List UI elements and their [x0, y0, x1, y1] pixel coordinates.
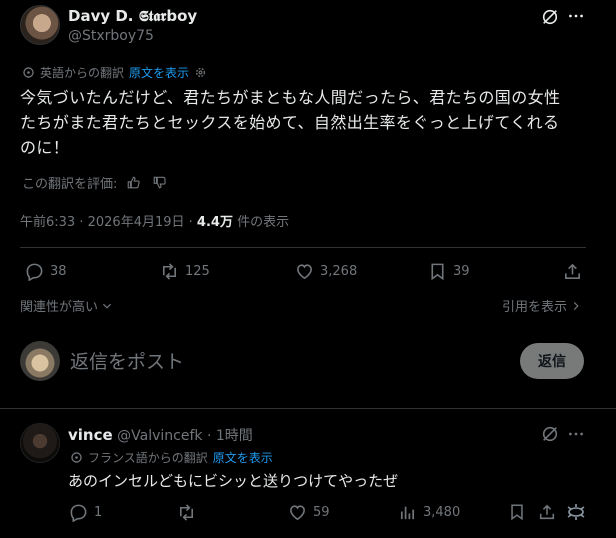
repost-action[interactable]: 125: [160, 262, 210, 281]
grok-icon[interactable]: [541, 425, 559, 443]
grok-icon[interactable]: [541, 8, 559, 26]
reply-translation-info: フランス語からの翻訳 原文を表示: [70, 449, 273, 466]
reply-text: あのインセルどもにビシッと送りつけてやったぜ: [68, 472, 399, 490]
bookmark-icon[interactable]: [508, 503, 526, 521]
sort-label: 関連性が高い: [20, 300, 99, 315]
reply-author-name[interactable]: vince: [68, 426, 113, 444]
bookmark-count: 39: [453, 264, 470, 279]
reply-button[interactable]: 返信: [520, 343, 584, 379]
like-icon: [288, 503, 307, 522]
reply-author-avatar[interactable]: [20, 423, 60, 463]
translate-icon: [70, 451, 83, 464]
more-icon[interactable]: [568, 426, 584, 442]
thumbs-down-icon[interactable]: [152, 175, 167, 190]
author-handle[interactable]: @Stxrboy75: [68, 28, 154, 44]
bookmark-icon: [428, 262, 447, 281]
more-icon[interactable]: [568, 8, 584, 24]
post-text: 今気づいたんだけど、君たちがまともな人間だったら、君たちの国の女性 たちがまた君…: [20, 85, 600, 160]
reply-show-original-link[interactable]: 原文を表示: [213, 449, 273, 466]
sort-replies[interactable]: 関連性が高い: [20, 296, 113, 315]
repost-count: 125: [185, 264, 210, 279]
reply-header: vince @Valvincefk · 1時間: [68, 426, 253, 444]
translated-from-label: 英語からの翻訳: [40, 66, 125, 80]
like-icon: [295, 262, 314, 281]
translation-info: 英語からの翻訳 原文を表示: [22, 64, 207, 81]
divider: [20, 247, 586, 248]
reply-input[interactable]: 返信をポスト: [70, 347, 184, 374]
translate-icon: [22, 66, 35, 79]
post-text-line: のに！: [20, 138, 70, 157]
reply-icon: [69, 503, 88, 522]
views-icon: [398, 503, 417, 522]
chevron-down-icon: [101, 300, 113, 312]
views-count: 4.4万: [196, 215, 233, 230]
views-label: 件の表示: [237, 215, 290, 230]
reply-like-count: 59: [313, 505, 330, 520]
bookmark-action[interactable]: 39: [428, 262, 470, 281]
grok-analyze-icon[interactable]: [565, 501, 587, 523]
post-date[interactable]: 2026年4月19日: [88, 215, 185, 230]
like-count: 3,268: [320, 264, 358, 279]
reply-translated-from: フランス語からの翻訳: [88, 451, 208, 465]
post-text-line: 今気づいたんだけど、君たちがまともな人間だったら、君たちの国の女性: [20, 88, 561, 107]
like-action[interactable]: 3,268: [295, 262, 357, 281]
user-avatar[interactable]: [20, 341, 60, 381]
post-text-line: たちがまた君たちとセックスを始めて、自然出生率をぐっと上げてくれる: [20, 113, 560, 132]
rate-translation-label: この翻訳を評価:: [22, 177, 118, 192]
reply-like-action[interactable]: 59: [288, 503, 330, 522]
reply-author-handle[interactable]: @Valvincefk: [117, 428, 202, 444]
quotes-label: 引用を表示: [502, 300, 568, 315]
reply-icon: [25, 262, 44, 281]
post-time[interactable]: 午前6:33: [20, 215, 75, 230]
reply-count: 38: [50, 264, 67, 279]
share-icon[interactable]: [538, 503, 556, 521]
translation-settings-icon[interactable]: [194, 66, 207, 79]
repost-icon: [160, 262, 179, 281]
post-meta: 午前6:33 · 2026年4月19日 · 4.4万 件の表示: [20, 215, 290, 230]
thumbs-up-icon[interactable]: [126, 175, 141, 190]
share-icon[interactable]: [563, 262, 582, 281]
reply-action[interactable]: 38: [25, 262, 67, 281]
show-original-link[interactable]: 原文を表示: [129, 64, 189, 81]
reply-time[interactable]: 1時間: [216, 428, 253, 444]
reply-reply-action[interactable]: 1: [69, 503, 102, 522]
rate-translation: この翻訳を評価:: [22, 173, 167, 192]
divider: [0, 408, 616, 409]
reply-reply-count: 1: [94, 505, 103, 520]
author-name[interactable]: Davy D. 𝕾𝖙𝖆𝖗boy: [68, 7, 197, 25]
view-quotes[interactable]: 引用を表示: [502, 296, 582, 315]
chevron-right-icon: [570, 300, 582, 312]
reply-views-count: 3,480: [423, 505, 461, 520]
reply-views-action[interactable]: 3,480: [398, 503, 460, 522]
author-avatar[interactable]: [20, 5, 60, 45]
repost-icon: [177, 503, 196, 522]
reply-repost-action[interactable]: [177, 503, 202, 522]
